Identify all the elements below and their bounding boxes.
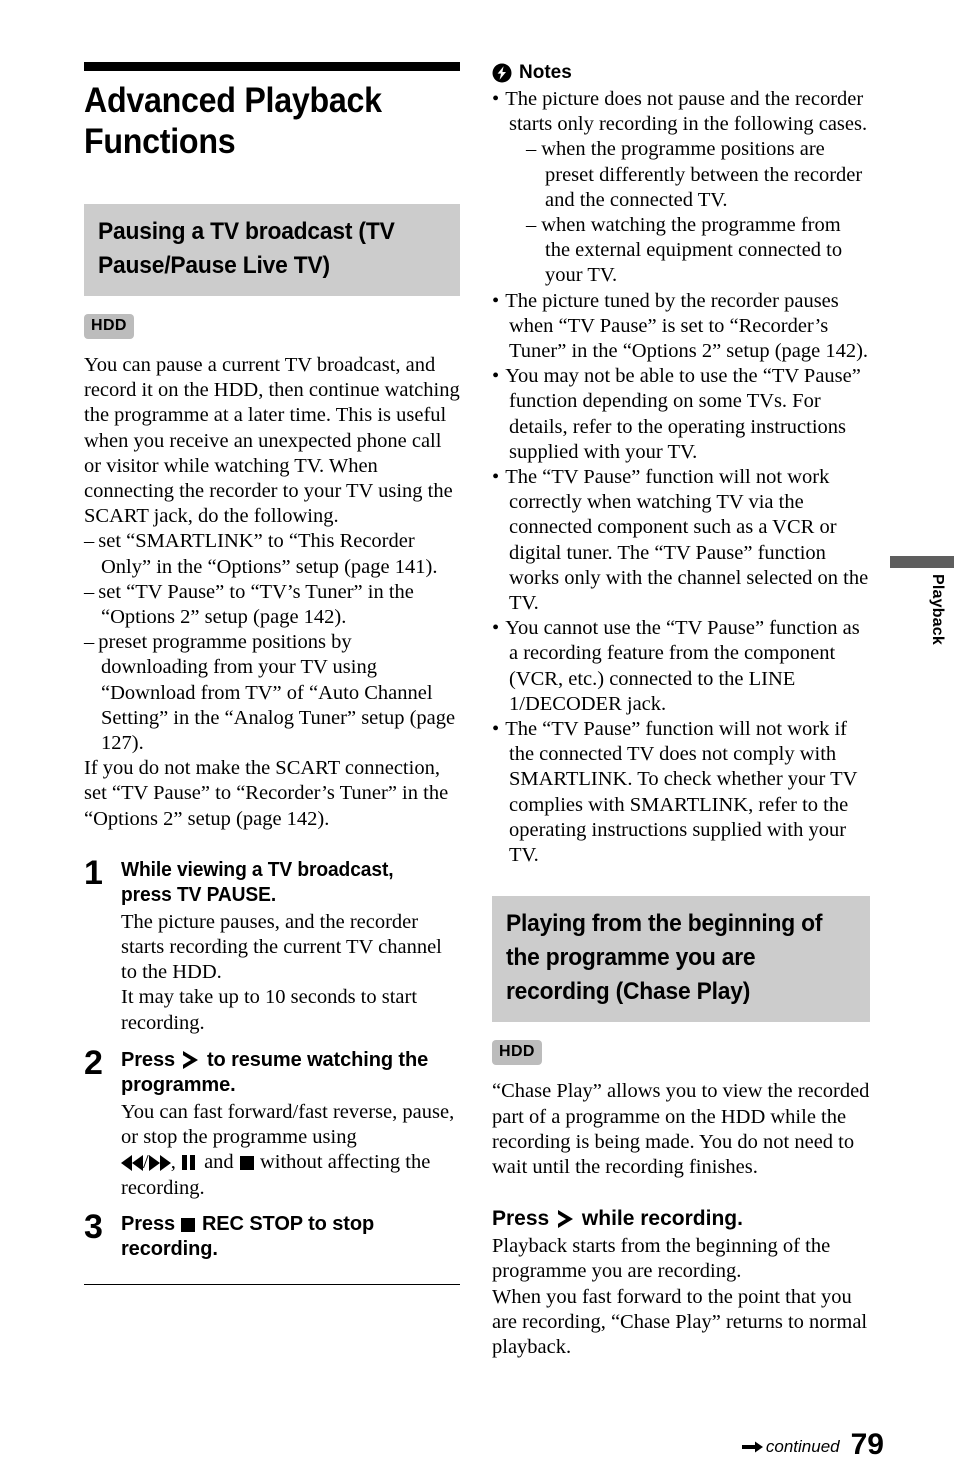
notes-heading: Notes bbox=[492, 62, 870, 84]
list-item: – preset programme positions by downloadi… bbox=[84, 630, 460, 756]
lightning-bolt-icon bbox=[492, 63, 512, 83]
dash-marker: – bbox=[84, 631, 95, 654]
fast-forward-icon bbox=[148, 1153, 171, 1178]
list-item: – set “SMARTLINK” to “This Recorder Only”… bbox=[84, 529, 460, 579]
list-item-text: The “TV Pause” function will not work co… bbox=[505, 466, 869, 615]
side-tab-playback: Playback bbox=[890, 556, 954, 674]
list-item: • You may not be able to use the “TV Paus… bbox=[492, 364, 870, 465]
stop-icon bbox=[181, 1217, 196, 1232]
step-1: 1 While viewing a TV broadcast, press TV… bbox=[84, 853, 460, 1036]
step-title-prefix: Press bbox=[121, 1048, 175, 1071]
left-column: Advanced Playback Functions Pausing a TV… bbox=[84, 62, 460, 1285]
step-body: Press REC STOP to stop recording. bbox=[121, 1212, 460, 1262]
list-item-text: The picture does not pause and the recor… bbox=[505, 88, 868, 136]
procedure-steps: 1 While viewing a TV broadcast, press TV… bbox=[84, 853, 460, 1285]
list-item: – set “TV Pause” to “TV’s Tuner” in the “… bbox=[84, 580, 460, 630]
chase-play-action-heading: Press while recording. bbox=[492, 1206, 870, 1232]
pause-icon bbox=[181, 1152, 198, 1177]
bullet-marker: • bbox=[492, 617, 500, 640]
dash-marker: – bbox=[526, 138, 537, 161]
list-item: • You cannot use the “TV Pause” function … bbox=[492, 616, 870, 717]
step-2: 2 Press to resume watching the programme… bbox=[84, 1043, 460, 1202]
list-item-text: You cannot use the “TV Pause” function a… bbox=[505, 617, 860, 715]
list-item: • The “TV Pause” function will not work i… bbox=[492, 717, 870, 868]
steps-end-rule bbox=[84, 1283, 460, 1285]
bullet-marker: • bbox=[492, 365, 500, 388]
step-title: While viewing a TV broadcast, press TV P… bbox=[121, 858, 460, 908]
side-tab-bar bbox=[890, 556, 954, 568]
step-desc-conjunction: and bbox=[204, 1151, 239, 1174]
bullet-marker: • bbox=[492, 289, 500, 312]
list-item-text: set “TV Pause” to “TV’s Tuner” in the “O… bbox=[98, 580, 414, 629]
bullet-marker: • bbox=[492, 88, 500, 110]
action-heading-prefix: Press bbox=[492, 1207, 550, 1231]
status-badge-hdd: HDD bbox=[84, 314, 134, 339]
action-heading-suffix: while recording. bbox=[581, 1207, 743, 1231]
notes-sublist: – when the programme positions are preset… bbox=[509, 137, 870, 288]
list-item-text: You may not be able to use the “TV Pause… bbox=[505, 365, 861, 463]
step-number: 1 bbox=[84, 853, 103, 892]
intro-paragraph: You can pause a current TV broadcast, an… bbox=[84, 354, 460, 528]
list-item: – when the programme positions are preset… bbox=[526, 137, 870, 213]
chase-play-body: Playback starts from the beginning of th… bbox=[492, 1235, 868, 1358]
page-number: 79 bbox=[850, 1428, 884, 1461]
dash-marker: – bbox=[84, 530, 95, 553]
play-outline-icon bbox=[181, 1050, 199, 1069]
section-heading-chase-play: Playing from the beginning of the progra… bbox=[492, 896, 870, 1023]
page-footer: continued 79 bbox=[741, 1428, 884, 1461]
list-item-text: The picture tuned by the recorder pauses… bbox=[505, 289, 869, 363]
page-title: Advanced Playback Functions bbox=[84, 81, 382, 161]
chase-play-intro: “Chase Play” allows you to view the reco… bbox=[492, 1080, 870, 1178]
play-outline-icon bbox=[556, 1210, 574, 1229]
step-body: Press to resume watching the programme. … bbox=[121, 1048, 460, 1202]
list-item: – when watching the programme from the ex… bbox=[526, 213, 870, 289]
section-heading-tv-pause: Pausing a TV broadcast (TV Pause/Pause L… bbox=[84, 204, 460, 296]
continued-marker: continued bbox=[741, 1437, 840, 1460]
list-item-text: when watching the programme from the ext… bbox=[541, 214, 843, 287]
list-item: • The picture does not pause and the reco… bbox=[492, 87, 870, 289]
step-title: Press REC STOP to stop recording. bbox=[121, 1212, 460, 1262]
status-badge-hdd: HDD bbox=[492, 1040, 542, 1066]
arrow-right-icon bbox=[741, 1441, 763, 1452]
list-item-text: preset programme positions by downloadin… bbox=[98, 631, 456, 755]
right-column: Notes • The picture does not pause and th… bbox=[492, 62, 870, 1360]
step-number: 2 bbox=[84, 1043, 103, 1082]
stop-icon bbox=[239, 1156, 254, 1171]
list-item: • The “TV Pause” function will not work c… bbox=[492, 465, 870, 616]
section-heading-text: Pausing a TV broadcast (TV Pause/Pause L… bbox=[98, 218, 395, 279]
continued-label: continued bbox=[765, 1437, 840, 1456]
step-desc-prefix: You can fast forward/fast reverse, pause… bbox=[121, 1100, 455, 1149]
step-title: Press to resume watching the programme. bbox=[121, 1048, 460, 1098]
list-item-text: The “TV Pause” function will not work if… bbox=[505, 718, 858, 867]
notes-list: • The picture does not pause and the reco… bbox=[492, 87, 870, 868]
step-title-text: While viewing a TV broadcast, press TV P… bbox=[121, 858, 394, 906]
step-description: You can fast forward/fast reverse, pause… bbox=[121, 1100, 460, 1202]
closing-paragraph: If you do not make the SCART connection,… bbox=[84, 757, 449, 830]
fast-reverse-icon bbox=[121, 1153, 143, 1178]
chapter-title-rule bbox=[84, 62, 460, 71]
bullet-marker: • bbox=[492, 718, 500, 741]
comma-separator: , bbox=[170, 1151, 176, 1174]
bullet-marker: • bbox=[492, 466, 500, 489]
setup-dash-list: – set “SMARTLINK” to “This Recorder Only”… bbox=[84, 529, 460, 756]
step-description: The picture pauses, and the recorder sta… bbox=[121, 910, 442, 1034]
list-item-text: when the programme positions are preset … bbox=[541, 138, 863, 211]
dash-marker: – bbox=[84, 580, 95, 603]
section-heading-text: Playing from the beginning of the progra… bbox=[506, 910, 823, 1006]
manual-page: Advanced Playback Functions Pausing a TV… bbox=[0, 0, 954, 1483]
step-title-prefix: Press bbox=[121, 1212, 175, 1235]
notes-heading-text: Notes bbox=[519, 62, 572, 83]
step-number: 3 bbox=[84, 1207, 103, 1246]
list-item-text: set “SMARTLINK” to “This Recorder Only” … bbox=[98, 530, 438, 578]
list-item: • The picture tuned by the recorder pause… bbox=[492, 289, 870, 365]
side-tab-label: Playback bbox=[929, 574, 946, 645]
step-body: While viewing a TV broadcast, press TV P… bbox=[121, 858, 460, 1036]
step-3: 3 Press REC STOP to stop recording. bbox=[84, 1207, 460, 1262]
dash-marker: – bbox=[526, 214, 537, 237]
